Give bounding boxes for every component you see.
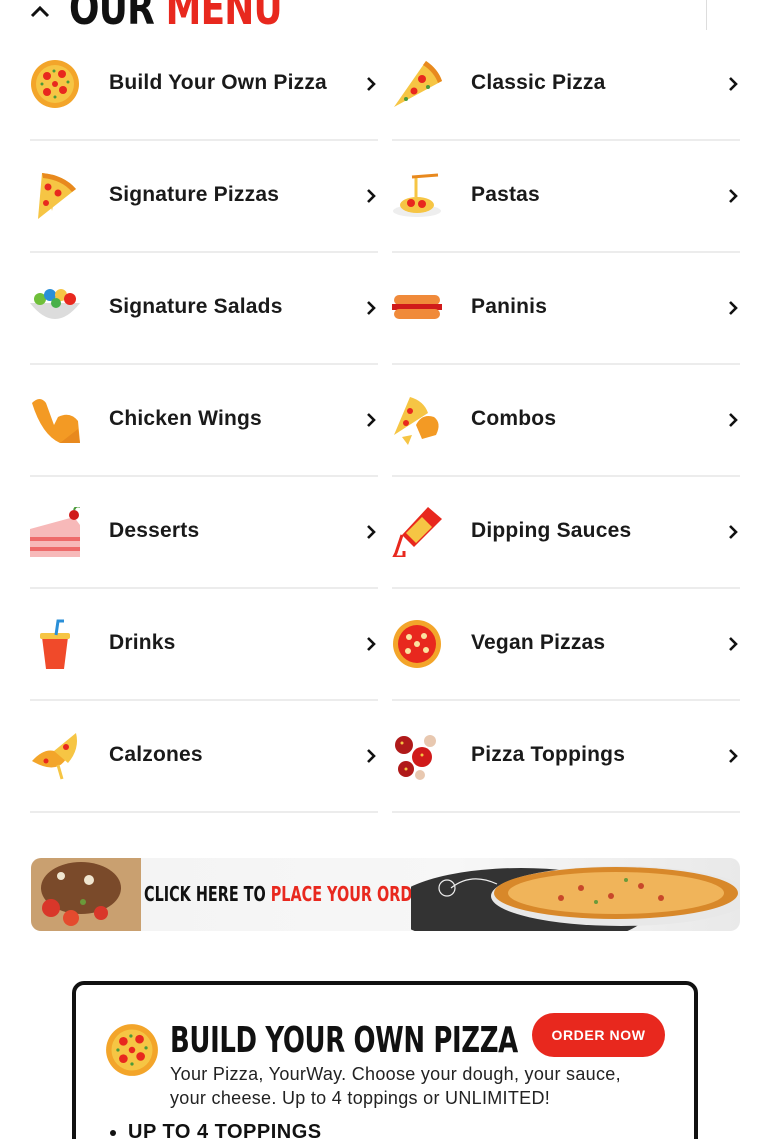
pasta-icon	[393, 173, 441, 217]
menu-item-chicken-wings[interactable]: Chicken Wings	[30, 365, 378, 477]
chevron-right-icon[interactable]	[364, 747, 378, 765]
vegan-pizza-icon	[393, 620, 441, 668]
pizza-icon	[106, 1024, 158, 1076]
panini-icon	[392, 295, 442, 319]
menu-item-combos[interactable]: Combos	[392, 365, 740, 477]
menu-item-label: Drinks	[109, 631, 176, 654]
menu-item-label: Pizza Toppings	[471, 743, 626, 766]
chevron-right-icon[interactable]	[726, 747, 740, 765]
menu-header: OUR MENU	[0, 0, 770, 34]
menu-item-label: Vegan Pizzas	[471, 631, 606, 654]
chevron-right-icon[interactable]	[726, 299, 740, 317]
card-title: BUILD YOUR OWN PIZZA	[170, 1020, 518, 1061]
menu-item-signature-salads[interactable]: Signature Salads	[30, 253, 378, 365]
chevron-right-icon[interactable]	[726, 411, 740, 429]
banner-text-click-here: CLICK HERE TO	[144, 882, 266, 906]
chevron-right-icon[interactable]	[726, 187, 740, 205]
banner-text-place-order: PLACE YOUR ORDER	[270, 882, 434, 906]
pizza-slice-icon	[394, 61, 442, 107]
chevron-up-icon[interactable]	[28, 0, 52, 24]
toppings-icon	[395, 735, 436, 780]
sauce-bottle-icon	[392, 507, 442, 557]
list-item: UP TO 4 TOPPINGS	[110, 1121, 322, 1139]
menu-row: Drinks Vegan Pizzas	[30, 589, 740, 701]
place-order-banner[interactable]: CLICK HERE TO PLACE YOUR ORDER	[31, 858, 740, 931]
bullet-icon	[110, 1129, 116, 1136]
chevron-right-icon[interactable]	[364, 75, 378, 93]
order-now-button[interactable]: ORDER NOW	[532, 1013, 665, 1057]
menu-item-build-your-own-pizza[interactable]: Build Your Own Pizza	[30, 29, 378, 141]
menu-item-label: Chicken Wings	[109, 407, 262, 430]
card-feature-list: UP TO 4 TOPPINGS	[110, 1121, 322, 1139]
menu-item-pastas[interactable]: Pastas	[392, 141, 740, 253]
menu-item-drinks[interactable]: Drinks	[30, 589, 378, 701]
pizza-photo-icon	[411, 866, 740, 931]
menu-item-label: Build Your Own Pizza	[109, 71, 327, 94]
menu-row: Chicken Wings Combos	[30, 365, 740, 477]
menu-row: Signature Salads Paninis	[30, 253, 740, 365]
banner-text: CLICK HERE TO PLACE YOUR ORDER	[144, 882, 433, 906]
menu-item-label: Pastas	[471, 183, 540, 206]
menu-item-label: Calzones	[109, 743, 203, 766]
menu-item-paninis[interactable]: Paninis	[392, 253, 740, 365]
chevron-right-icon[interactable]	[726, 75, 740, 93]
menu-row: Build Your Own Pizza Classic Pizza	[30, 29, 740, 141]
cake-icon	[30, 507, 80, 557]
menu-item-label: Signature Pizzas	[109, 183, 280, 206]
list-item-text: UP TO 4 TOPPINGS	[128, 1121, 322, 1139]
combo-icon	[394, 397, 439, 445]
header-divider	[706, 0, 707, 30]
menu-category-grid: Build Your Own Pizza Classic Pizza Signa…	[30, 29, 740, 813]
drink-cup-icon	[40, 619, 70, 669]
menu-item-label: Signature Salads	[109, 295, 283, 318]
menu-item-pizza-toppings[interactable]: Pizza Toppings	[392, 701, 740, 813]
menu-item-dipping-sauces[interactable]: Dipping Sauces	[392, 477, 740, 589]
food-photo-icon	[31, 858, 141, 931]
menu-item-classic-pizza[interactable]: Classic Pizza	[392, 29, 740, 141]
menu-row: Signature Pizzas Pastas	[30, 141, 740, 253]
chevron-right-icon[interactable]	[364, 187, 378, 205]
chicken-wing-icon	[32, 399, 80, 443]
chevron-right-icon[interactable]	[364, 411, 378, 429]
menu-item-label: Dipping Sauces	[471, 519, 632, 542]
calzone-icon	[32, 733, 77, 780]
menu-item-vegan-pizzas[interactable]: Vegan Pizzas	[392, 589, 740, 701]
chevron-right-icon[interactable]	[726, 523, 740, 541]
menu-item-signature-pizzas[interactable]: Signature Pizzas	[30, 141, 378, 253]
chevron-right-icon[interactable]	[364, 635, 378, 653]
chevron-right-icon[interactable]	[726, 635, 740, 653]
chevron-right-icon[interactable]	[364, 299, 378, 317]
menu-item-label: Combos	[471, 407, 557, 430]
menu-item-calzones[interactable]: Calzones	[30, 701, 378, 813]
menu-row: Calzones Pizza Toppings	[30, 701, 740, 813]
pizza-icon	[31, 60, 79, 108]
menu-row: Desserts Dipping Sauces	[30, 477, 740, 589]
chevron-right-icon[interactable]	[364, 523, 378, 541]
pizza-slice-icon	[38, 173, 76, 219]
menu-item-label: Paninis	[471, 295, 548, 318]
menu-item-label: Classic Pizza	[471, 71, 606, 94]
card-description: Your Pizza, YourWay. Choose your dough, …	[170, 1064, 621, 1108]
build-your-own-pizza-card: BUILD YOUR OWN PIZZA Your Pizza, YourWay…	[72, 981, 698, 1139]
menu-item-desserts[interactable]: Desserts	[30, 477, 378, 589]
salad-bowl-icon	[30, 289, 80, 319]
menu-item-label: Desserts	[109, 519, 200, 542]
